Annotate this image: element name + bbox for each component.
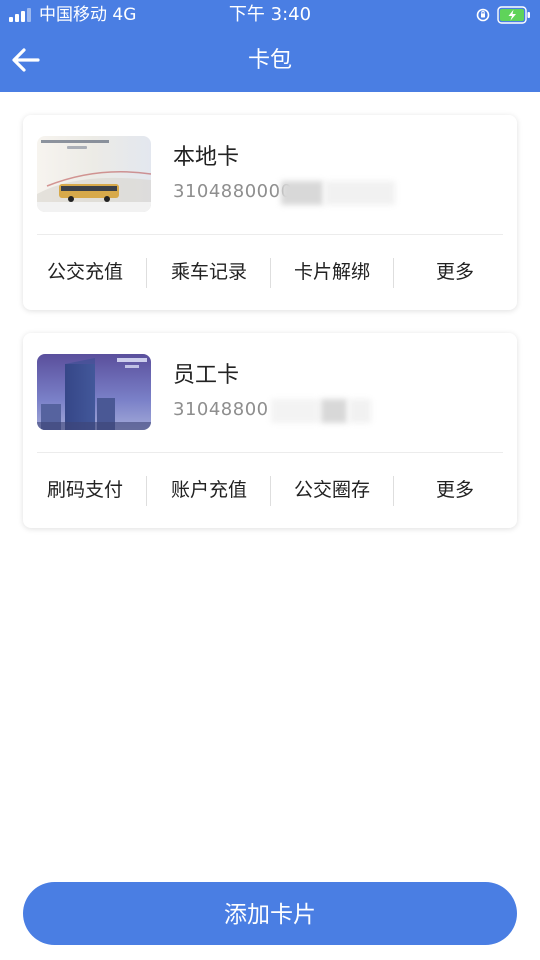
page-title: 卡包 [247,48,292,73]
nav-bar: 卡包 [0,30,540,92]
card-employee: 员工卡 31048800 刷码支付 账户充值 公交圈存 更多 [23,333,517,528]
status-bar: 中国移动 4G 下午 3:40 [0,0,540,30]
card-number-mask [325,181,395,205]
action-more[interactable]: 更多 [393,235,517,310]
action-bus-transfer[interactable]: 公交圈存 [270,453,394,528]
card-number-mask [349,399,371,423]
card-number: 31048800 [173,399,269,420]
status-time: 下午 3:40 [228,4,312,25]
action-more[interactable]: 更多 [393,453,517,528]
add-card-button[interactable]: 添加卡片 [23,882,517,945]
card-name: 员工卡 [173,363,240,388]
app-header: 中国移动 4G 下午 3:40 卡包 [0,0,540,92]
card-local: 本地卡 3104880000 公交充值 乘车记录 卡片解绑 更多 [23,115,517,310]
card-actions: 刷码支付 账户充值 公交圈存 更多 [23,453,517,528]
card-number-mask [321,399,347,423]
action-bus-recharge[interactable]: 公交充值 [23,235,147,310]
card-employee-header[interactable]: 员工卡 31048800 [23,333,517,453]
card-actions: 公交充值 乘车记录 卡片解绑 更多 [23,235,517,310]
card-number-mask [281,181,323,205]
card-number-mask [271,399,319,423]
orientation-lock-icon [476,8,490,22]
action-account-recharge[interactable]: 账户充值 [147,453,271,528]
card-local-header[interactable]: 本地卡 3104880000 [23,115,517,235]
card-name: 本地卡 [173,145,240,170]
battery-charging-icon [497,6,530,24]
action-qr-pay[interactable]: 刷码支付 [23,453,147,528]
action-unbind-card[interactable]: 卡片解绑 [270,235,394,310]
action-ride-history[interactable]: 乘车记录 [147,235,271,310]
bus-card-image [37,136,151,212]
card-number: 3104880000 [173,181,293,202]
employee-card-image [37,354,151,430]
